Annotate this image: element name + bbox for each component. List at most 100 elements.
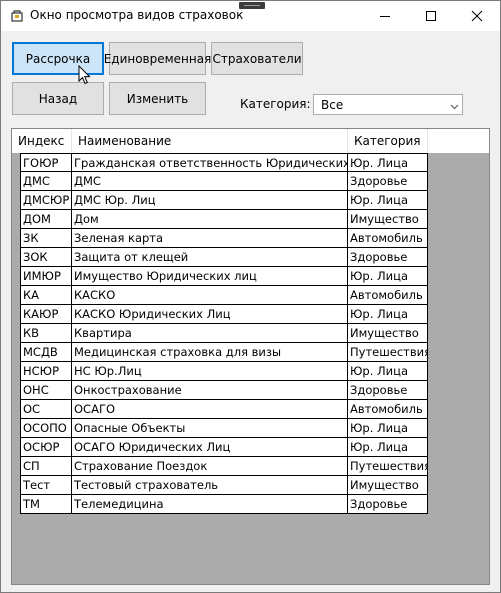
cell-category[interactable]: Здоровье (348, 495, 428, 514)
category-select[interactable]: Все (313, 94, 463, 115)
close-button[interactable] (454, 1, 500, 31)
table-row[interactable]: ТМ Телемедицина Здоровье (20, 495, 428, 514)
cell-index[interactable]: СП (20, 457, 72, 476)
cell-name[interactable]: Дом (72, 210, 348, 229)
cell-category[interactable]: Автомобиль (348, 400, 428, 419)
cell-index[interactable]: ТМ (20, 495, 72, 514)
column-header-index[interactable]: Индекс (12, 129, 72, 153)
cell-index[interactable]: КА (20, 286, 72, 305)
cell-index[interactable]: МСДВ (20, 343, 72, 362)
cell-category[interactable]: Юр. Лица (348, 362, 428, 381)
app-icon (10, 9, 24, 23)
cell-index[interactable]: ОСЮР (20, 438, 72, 457)
cell-index[interactable]: ДОМ (20, 210, 72, 229)
table-row[interactable]: Тест Тестовый страхователь Имущество (20, 476, 428, 495)
cell-category[interactable]: Автомобиль (348, 286, 428, 305)
cell-name[interactable]: ОСАГО Юридических Лиц (72, 438, 348, 457)
cell-category[interactable]: Юр. Лица (348, 191, 428, 210)
table-row[interactable]: ОСЮР ОСАГО Юридических Лиц Юр. Лица (20, 438, 428, 457)
column-header-name[interactable]: Наименование (72, 129, 348, 153)
table-row[interactable]: КА КАСКО Автомобиль (20, 286, 428, 305)
table-row[interactable]: СП Страхование Поездок Путешествия (20, 457, 428, 476)
cell-index[interactable]: КВ (20, 324, 72, 343)
cell-category[interactable]: Юр. Лица (348, 153, 428, 172)
edit-button[interactable]: Изменить (109, 82, 206, 115)
cell-category[interactable]: Юр. Лица (348, 419, 428, 438)
cell-category[interactable]: Здоровье (348, 172, 428, 191)
table-row[interactable]: МСДВ Медицинская страховка для визы Путеше… (20, 343, 428, 362)
cell-index[interactable]: ДМСЮР (20, 191, 72, 210)
table-header: Индекс Наименование Категория (12, 129, 489, 153)
cell-category[interactable]: Путешествия (348, 457, 428, 476)
insurance-types-table[interactable]: Индекс Наименование Категория ГОЮР Гражда… (11, 128, 490, 585)
cell-category[interactable]: Путешествия (348, 343, 428, 362)
cell-category[interactable]: Здоровье (348, 381, 428, 400)
cell-name[interactable]: Опасные Объекты (72, 419, 348, 438)
table-row[interactable]: ИМЮР Имущество Юридических лиц Юр. Лица (20, 267, 428, 286)
table-row[interactable]: ЗОК Защита от клещей Здоровье (20, 248, 428, 267)
drag-grip[interactable] (239, 2, 265, 9)
cell-category[interactable]: Здоровье (348, 248, 428, 267)
table-row[interactable]: ДМСЮР ДМС Юр. Лиц Юр. Лица (20, 191, 428, 210)
cell-name[interactable]: Онкострахование (72, 381, 348, 400)
cell-index[interactable]: ЗК (20, 229, 72, 248)
chevron-down-icon (450, 100, 459, 114)
minimize-icon (380, 16, 390, 17)
cell-name[interactable]: НС Юр.Лиц (72, 362, 348, 381)
cell-index[interactable]: Тест (20, 476, 72, 495)
table-row[interactable]: ДОМ Дом Имущество (20, 210, 428, 229)
main-window: Окно просмотра видов страховок Рассрочка… (0, 0, 501, 593)
cell-name[interactable]: ДМС (72, 172, 348, 191)
cell-category[interactable]: Имущество (348, 210, 428, 229)
cell-index[interactable]: ОСОПО (20, 419, 72, 438)
minimize-button[interactable] (362, 1, 408, 31)
table-row[interactable]: ОСОПО Опасные Объекты Юр. Лица (20, 419, 428, 438)
cell-category[interactable]: Автомобиль (348, 229, 428, 248)
cell-name[interactable]: Тестовый страхователь (72, 476, 348, 495)
cell-category[interactable]: Имущество (348, 324, 428, 343)
title-bar[interactable]: Окно просмотра видов страховок (1, 1, 500, 31)
table-row[interactable]: ОС ОСАГО Автомобиль (20, 400, 428, 419)
cell-index[interactable]: ОС (20, 400, 72, 419)
window-title: Окно просмотра видов страховок (30, 8, 244, 22)
cell-index[interactable]: ЗОК (20, 248, 72, 267)
cell-index[interactable]: ГОЮР (20, 153, 72, 172)
cell-category[interactable]: Юр. Лица (348, 438, 428, 457)
cell-name[interactable]: Страхование Поездок (72, 457, 348, 476)
table-row[interactable]: ГОЮР Гражданская ответственность Юридичес… (20, 153, 428, 172)
cell-name[interactable]: Телемедицина (72, 495, 348, 514)
cell-index[interactable]: ДМС (20, 172, 72, 191)
maximize-icon (426, 11, 436, 21)
lump-sum-button[interactable]: Единовременная (104, 42, 211, 75)
cell-index[interactable]: ИМЮР (20, 267, 72, 286)
mouse-pointer-icon (78, 64, 91, 88)
cell-name[interactable]: КАСКО Юридических Лиц (72, 305, 348, 324)
close-icon (471, 10, 483, 22)
cell-name[interactable]: Имущество Юридических лиц (72, 267, 348, 286)
cell-name[interactable]: Защита от клещей (72, 248, 348, 267)
cell-name[interactable]: Медицинская страховка для визы (72, 343, 348, 362)
cell-name[interactable]: Квартира (72, 324, 348, 343)
insurers-button[interactable]: Страхователи (211, 42, 303, 75)
table-row[interactable]: КВ Квартира Имущество (20, 324, 428, 343)
cell-index[interactable]: НСЮР (20, 362, 72, 381)
table-body: ГОЮР Гражданская ответственность Юридичес… (20, 153, 428, 514)
table-row[interactable]: КАЮР КАСКО Юридических Лиц Юр. Лица (20, 305, 428, 324)
table-row[interactable]: ОНС Онкострахование Здоровье (20, 381, 428, 400)
cell-category[interactable]: Юр. Лица (348, 305, 428, 324)
column-header-category[interactable]: Категория (348, 129, 428, 153)
maximize-button[interactable] (408, 1, 454, 31)
cell-index[interactable]: КАЮР (20, 305, 72, 324)
cell-name[interactable]: ДМС Юр. Лиц (72, 191, 348, 210)
cell-name[interactable]: ОСАГО (72, 400, 348, 419)
cell-name[interactable]: Гражданская ответственность Юридических … (72, 153, 348, 172)
table-row[interactable]: ДМС ДМС Здоровье (20, 172, 428, 191)
cell-category[interactable]: Юр. Лица (348, 267, 428, 286)
table-row[interactable]: НСЮР НС Юр.Лиц Юр. Лица (20, 362, 428, 381)
category-label: Категория: (240, 97, 311, 111)
cell-category[interactable]: Имущество (348, 476, 428, 495)
cell-name[interactable]: Зеленая карта (72, 229, 348, 248)
table-row[interactable]: ЗК Зеленая карта Автомобиль (20, 229, 428, 248)
cell-index[interactable]: ОНС (20, 381, 72, 400)
cell-name[interactable]: КАСКО (72, 286, 348, 305)
